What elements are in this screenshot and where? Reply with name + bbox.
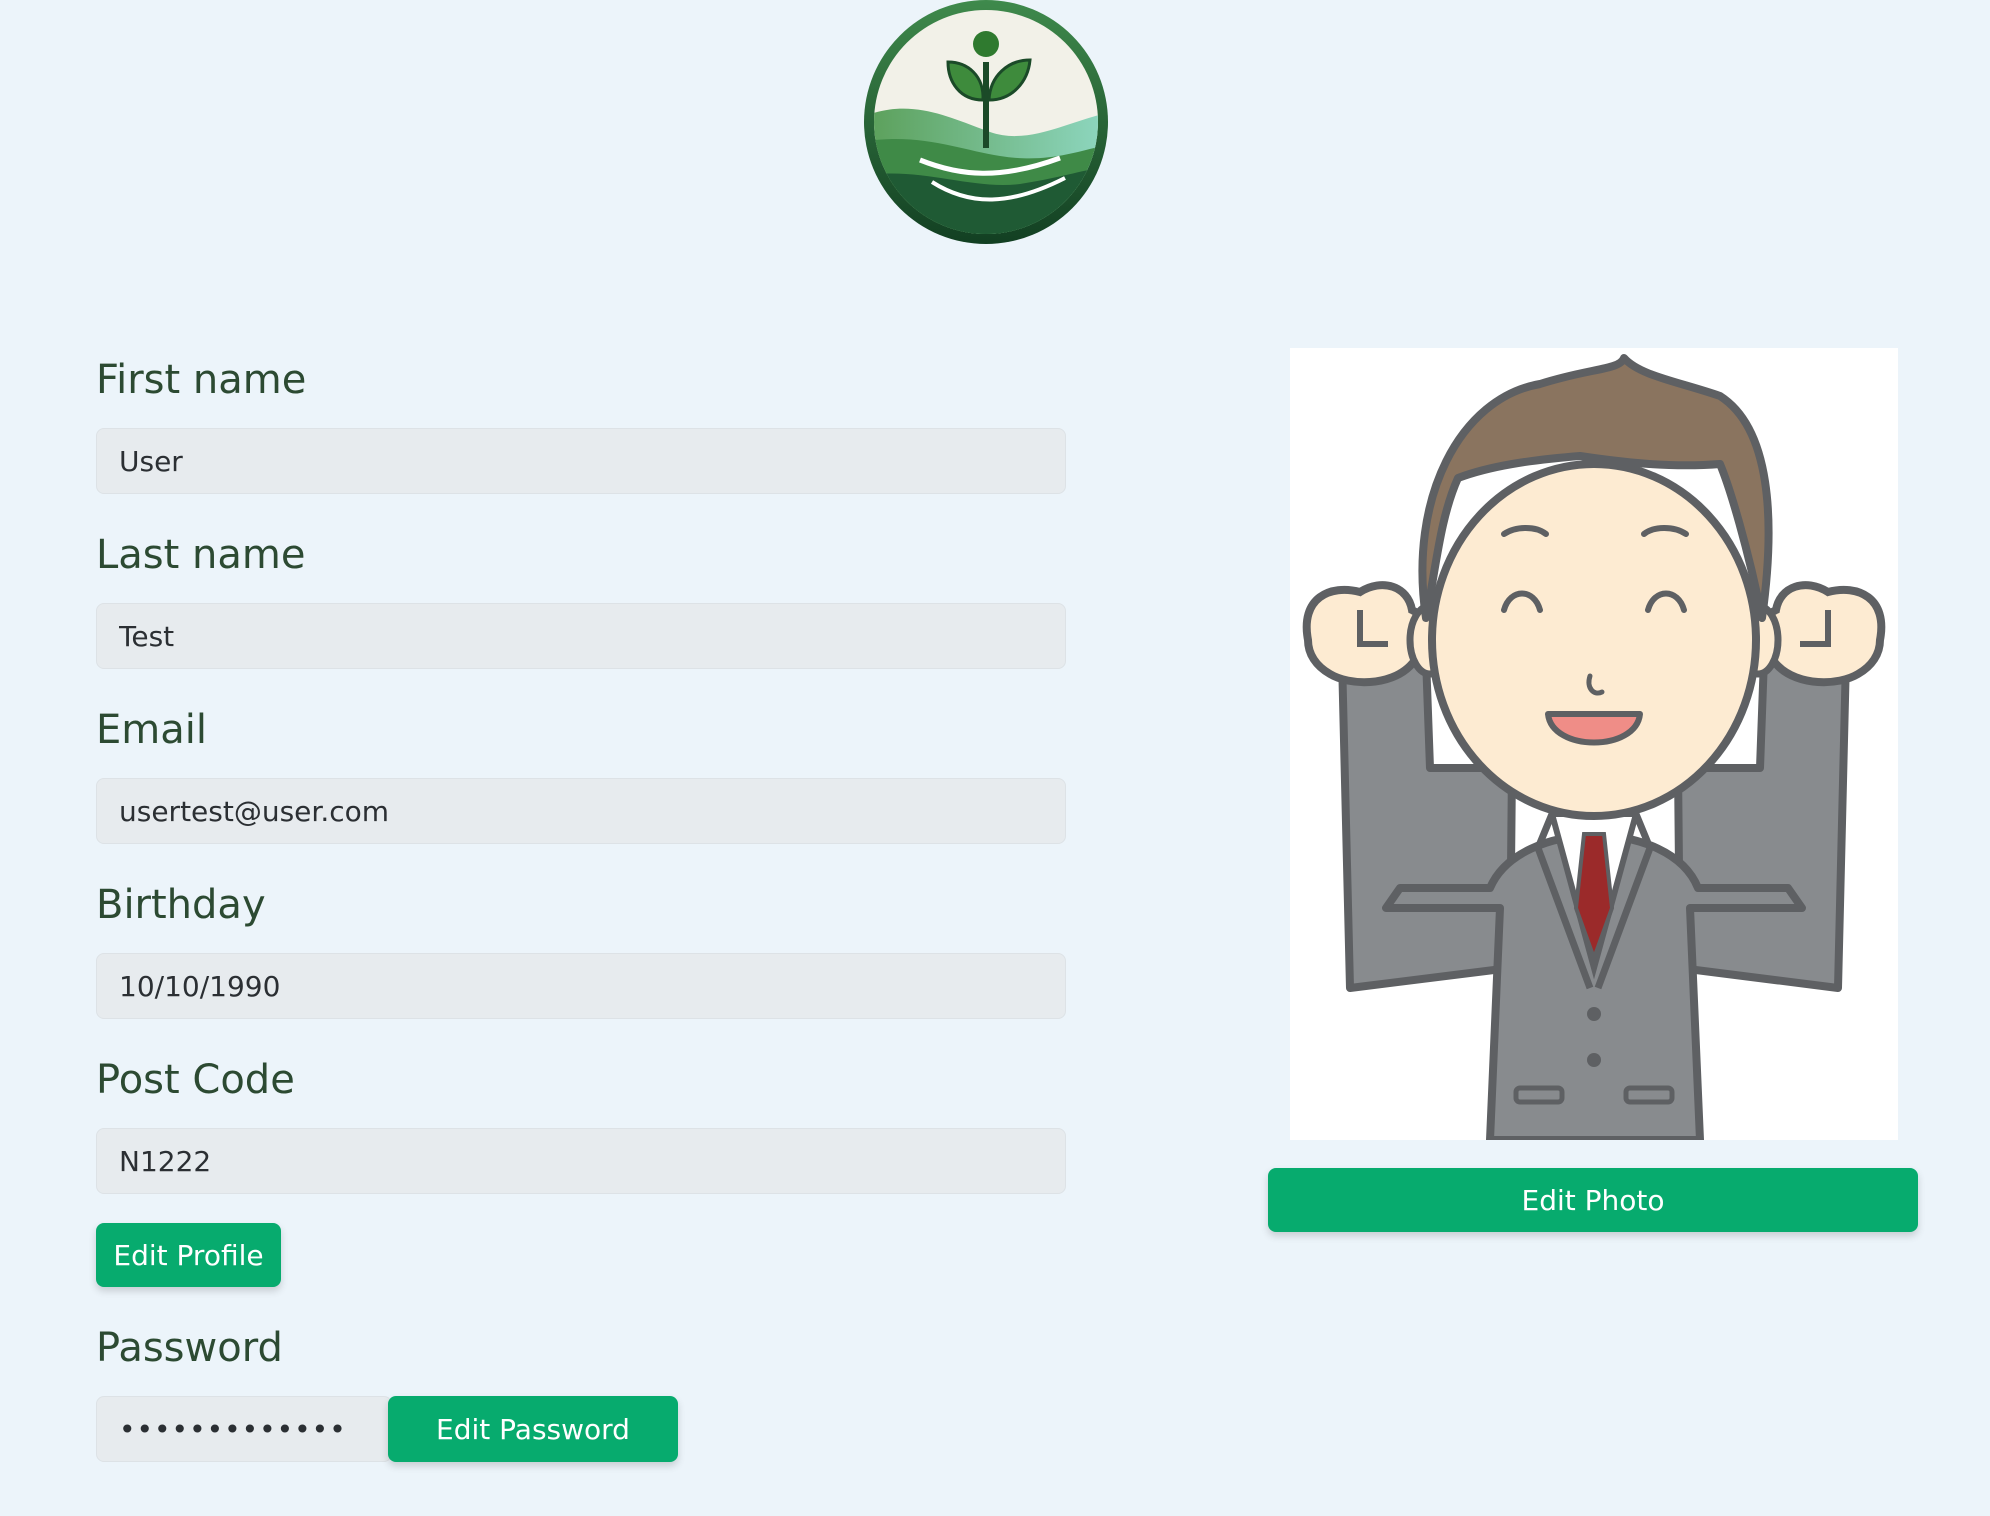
password-field[interactable] [96,1396,392,1462]
email-label: Email [96,707,207,753]
post-code-label: Post Code [96,1057,295,1103]
post-code-field[interactable] [96,1128,1066,1194]
profile-avatar-icon [1302,354,1886,1140]
birthday-label: Birthday [96,882,266,928]
edit-photo-button[interactable]: Edit Photo [1268,1168,1918,1232]
edit-password-button[interactable]: Edit Password [388,1396,678,1462]
birthday-field[interactable] [96,953,1066,1019]
last-name-field[interactable] [96,603,1066,669]
last-name-label: Last name [96,532,306,578]
edit-profile-button[interactable]: Edit Profile [96,1223,281,1287]
first-name-label: First name [96,357,307,403]
first-name-field[interactable] [96,428,1066,494]
password-label: Password [96,1325,283,1371]
sprout-logo-icon [864,0,1108,244]
email-field[interactable] [96,778,1066,844]
profile-photo [1290,348,1898,1140]
